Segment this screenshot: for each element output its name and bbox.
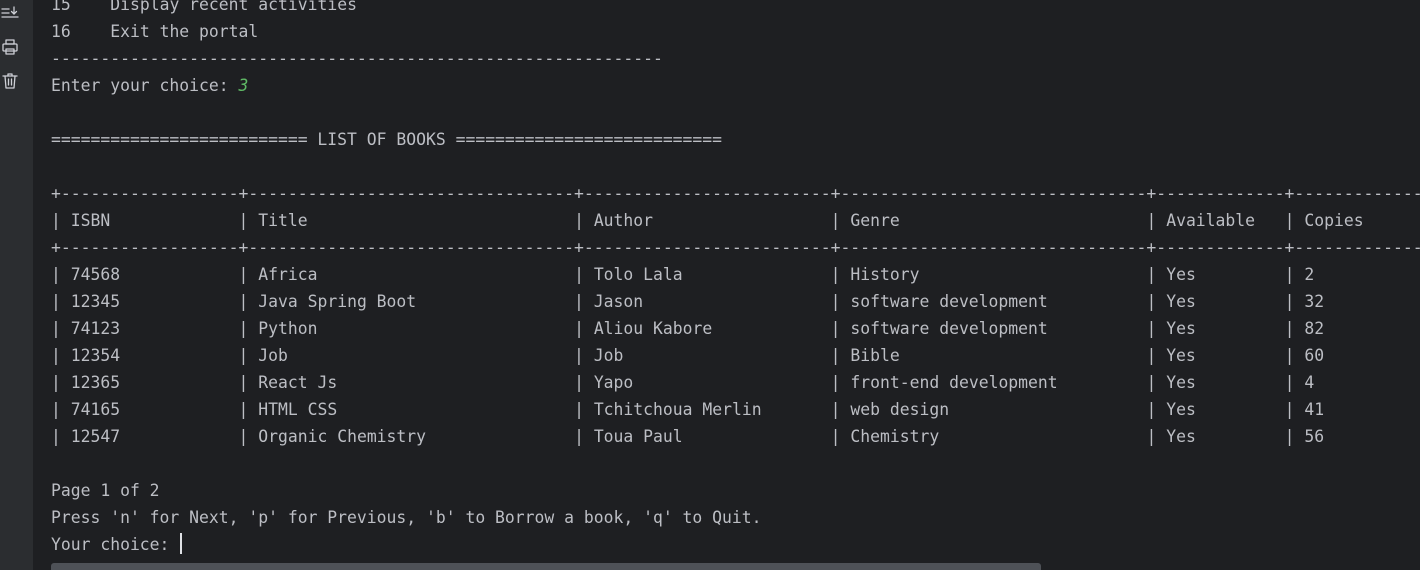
- table-cell: 74568: [70, 265, 121, 284]
- table-cell: Bible: [850, 346, 900, 365]
- table-cell: Java Spring Boot: [258, 292, 417, 311]
- table-row: | 12365 | React Js | Yapo | front-end de…: [51, 373, 1315, 392]
- menu-number: 16: [51, 22, 71, 41]
- table-cell: 12354: [70, 346, 121, 365]
- clear-all-icon[interactable]: [0, 71, 20, 91]
- table-cell: software development: [850, 319, 1048, 338]
- text-caret: [180, 533, 183, 554]
- horizontal-scrollbar[interactable]: [51, 563, 1041, 570]
- table-cell: Africa: [258, 265, 318, 284]
- table-cell: 4: [1304, 373, 1315, 392]
- menu-separator: ----------------------------------------…: [51, 49, 663, 68]
- final-prompt-label: Your choice:: [51, 535, 180, 554]
- table-cell: Yes: [1166, 265, 1196, 284]
- table-row: | 74568 | Africa | Tolo Lala | History |…: [51, 265, 1315, 284]
- table-cell: software development: [850, 292, 1048, 311]
- table-cell: 56: [1304, 427, 1325, 446]
- menu-line: 16 Exit the portal: [51, 18, 1420, 45]
- table-cell: Toua Paul: [593, 427, 683, 446]
- table-cell: 12547: [70, 427, 121, 446]
- menu-label: Exit the portal: [110, 22, 259, 41]
- final-prompt-line[interactable]: Your choice:: [51, 531, 1420, 558]
- table-cell: 82: [1304, 319, 1325, 338]
- table-cell: Yes: [1166, 319, 1196, 338]
- menu-number: 15: [51, 0, 71, 14]
- console-output[interactable]: 15 Display recent activities 16 Exit the…: [51, 0, 1420, 558]
- list-title: ========================== LIST OF BOOKS…: [51, 130, 723, 149]
- table-cell: 12365: [70, 373, 121, 392]
- table-header-row: | ISBN | Title | Author | Genre | Availa…: [51, 211, 1364, 230]
- table-cell: Yes: [1166, 400, 1196, 419]
- choice-prompt-line: Enter your choice: 3: [51, 72, 1420, 99]
- table-cell: 74123: [70, 319, 121, 338]
- choice-input-value: 3: [238, 76, 249, 95]
- table-cell: Yes: [1166, 346, 1196, 365]
- table-border: +------------------+--------------------…: [51, 184, 1420, 203]
- table-header-cell: Genre: [850, 211, 900, 230]
- table-cell: web design: [850, 400, 950, 419]
- table-cell: Yes: [1166, 373, 1196, 392]
- table-cell: 12345: [70, 292, 121, 311]
- table-border: +------------------+--------------------…: [51, 238, 1420, 257]
- console-gutter-toolbar: [0, 0, 33, 570]
- table-cell: 60: [1304, 346, 1325, 365]
- table-cell: 41: [1304, 400, 1325, 419]
- table-cell: 74165: [70, 400, 121, 419]
- table-header-cell: Author: [593, 211, 654, 230]
- table-row: | 74123 | Python | Aliou Kabore | softwa…: [51, 319, 1325, 338]
- table-cell: History: [850, 265, 920, 284]
- table-header-cell: Available: [1166, 211, 1256, 230]
- table-header-cell: ISBN: [70, 211, 111, 230]
- table-row: | 74165 | HTML CSS | Tchitchoua Merlin |…: [51, 400, 1325, 419]
- books-table: +------------------+--------------------…: [51, 180, 1420, 450]
- table-cell: HTML CSS: [258, 400, 338, 419]
- table-cell: Yapo: [593, 373, 634, 392]
- choice-prompt-label: Enter your choice:: [51, 76, 239, 95]
- table-header-cell: Copies: [1304, 211, 1364, 230]
- table-cell: React Js: [258, 373, 338, 392]
- scroll-to-end-icon[interactable]: [0, 4, 20, 24]
- table-row: | 12354 | Job | Job | Bible | Yes | 60 |: [51, 346, 1325, 365]
- pagination-text: Page 1 of 2: [51, 481, 160, 500]
- table-cell: Tchitchoua Merlin: [593, 400, 762, 419]
- table-header-cell: Title: [258, 211, 308, 230]
- table-cell: Tolo Lala: [593, 265, 683, 284]
- table-row: | 12547 | Organic Chemistry | Toua Paul …: [51, 427, 1325, 446]
- table-row: | 12345 | Java Spring Boot | Jason | sof…: [51, 292, 1325, 311]
- table-cell: Organic Chemistry: [258, 427, 427, 446]
- table-cell: Yes: [1166, 292, 1196, 311]
- table-cell: front-end development: [850, 373, 1058, 392]
- table-cell: Job: [593, 346, 624, 365]
- table-cell: Yes: [1166, 427, 1196, 446]
- table-cell: Jason: [593, 292, 644, 311]
- instructions-text: Press 'n' for Next, 'p' for Previous, 'b…: [51, 508, 762, 527]
- table-cell: 2: [1304, 265, 1315, 284]
- menu-label: Display recent activities: [110, 0, 357, 14]
- table-cell: Aliou Kabore: [593, 319, 713, 338]
- table-cell: 32: [1304, 292, 1325, 311]
- print-icon[interactable]: [0, 37, 20, 57]
- table-cell: Chemistry: [850, 427, 940, 446]
- menu-line: 15 Display recent activities: [51, 0, 1420, 18]
- table-cell: Job: [258, 346, 288, 365]
- table-cell: Python: [258, 319, 318, 338]
